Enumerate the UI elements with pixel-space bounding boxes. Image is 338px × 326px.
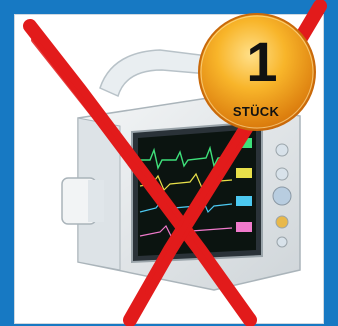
badge-number: 1 <box>246 30 278 93</box>
badge-label: STÜCK <box>232 104 280 119</box>
